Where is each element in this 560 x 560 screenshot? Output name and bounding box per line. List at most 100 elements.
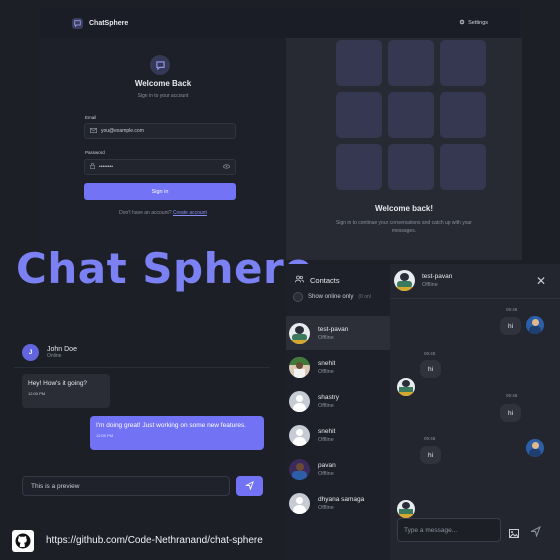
- grid-tile: [440, 40, 486, 86]
- contact-item-snehit-2[interactable]: snehit Offline: [286, 418, 390, 452]
- password-field[interactable]: ••••••••: [84, 159, 236, 175]
- online-toggle-label: Show online only: [308, 294, 354, 300]
- lock-icon: [90, 163, 95, 171]
- chat-logo-icon: [150, 55, 170, 75]
- send-button[interactable]: [236, 476, 263, 496]
- image-upload-icon[interactable]: [509, 525, 519, 543]
- email-field[interactable]: you@example.com: [84, 123, 236, 139]
- github-url[interactable]: https://github.com/Code-Nethranand/chat-…: [46, 535, 263, 546]
- chat-preview-header: J John Doe Online: [14, 338, 270, 368]
- grid-tile: [336, 92, 382, 138]
- welcome-panel: Welcome back! Sign in to continue your c…: [286, 38, 522, 260]
- contact-name: snehit: [318, 427, 336, 435]
- contact-name: shastry: [318, 393, 339, 401]
- password-value: ••••••••: [99, 164, 114, 170]
- incoming-message: hi: [420, 360, 442, 378]
- grid-tile: [440, 144, 486, 190]
- grid-tile: [388, 92, 434, 138]
- message-time: 09:48: [424, 436, 436, 441]
- outgoing-message: hi: [500, 317, 522, 335]
- avatar-photo-icon: [289, 356, 310, 378]
- eye-icon[interactable]: [223, 163, 230, 171]
- contacts-header: Contacts: [295, 275, 340, 285]
- contact-item-pavan[interactable]: pavan Offline: [286, 452, 390, 486]
- message-time: 09:48: [506, 307, 518, 312]
- send-icon[interactable]: [530, 524, 541, 542]
- email-label: Email: [85, 115, 97, 120]
- contact-status: Offline: [318, 504, 334, 511]
- contact-item-snehit[interactable]: snehit Offline: [286, 350, 390, 384]
- message-input[interactable]: Type a message...: [397, 518, 501, 542]
- avatar-photo-icon: [526, 316, 544, 334]
- app-topbar: ChatSphere Settings: [40, 8, 520, 38]
- contact-status: Online: [47, 353, 62, 359]
- avatar: J: [22, 344, 39, 361]
- avatar-photo-icon: [289, 322, 310, 344]
- close-icon[interactable]: ✕: [536, 274, 546, 288]
- message-input[interactable]: This is a preview: [22, 476, 230, 496]
- welcome-subtitle: Sign in to continue your conversations a…: [336, 220, 472, 234]
- chat-preview: J John Doe Online Hey! How's it going? 1…: [14, 338, 270, 506]
- email-placeholder: you@example.com: [101, 128, 144, 134]
- chat-contact-name: test-pavan: [422, 273, 453, 280]
- password-label: Password: [85, 150, 105, 155]
- grid-tile: [336, 144, 382, 190]
- gear-icon: [459, 19, 465, 27]
- mail-icon: [90, 127, 97, 135]
- sign-in-button[interactable]: Sign in: [84, 183, 236, 200]
- online-count: (0 onl: [358, 294, 371, 300]
- no-account-text: Don't have an account? Create account: [40, 210, 286, 216]
- message-text: Hey! How's it going?: [28, 380, 88, 387]
- login-panel: Welcome Back Sign in to your account Ema…: [40, 38, 286, 260]
- message-time: 09:48: [424, 351, 436, 356]
- contacts-sidebar: Contacts Show online only (0 onl test-pa…: [286, 264, 390, 560]
- contact-name: pavan: [318, 461, 336, 469]
- incoming-message: Hey! How's it going? 12:00 PM: [22, 374, 110, 408]
- users-icon: [295, 275, 304, 285]
- contact-item-shastry[interactable]: shastry Offline: [286, 384, 390, 418]
- chat-bubble-icon: [72, 17, 83, 29]
- contact-status: Offline: [318, 470, 334, 477]
- grid-tile: [388, 144, 434, 190]
- chat-header: test-pavan Offline: [394, 270, 452, 291]
- avatar-photo-icon: [289, 458, 310, 480]
- avatar-photo-icon: [526, 439, 544, 457]
- contact-name: snehit: [318, 359, 336, 367]
- login-title: Welcome Back: [134, 79, 192, 88]
- toggle-checkbox[interactable]: [293, 292, 303, 302]
- message-time: 09:48: [506, 393, 518, 398]
- brand-name: ChatSphere: [89, 19, 129, 27]
- message-text: I'm doing great! Just working on some ne…: [96, 422, 247, 429]
- send-icon: [245, 477, 254, 495]
- contact-name: test-pavan: [318, 325, 349, 333]
- contact-name: John Doe: [47, 346, 77, 353]
- settings-label: Settings: [468, 20, 488, 26]
- contact-status: Offline: [318, 334, 334, 341]
- message-time: 12:00 PM: [28, 391, 46, 396]
- contact-status: Offline: [318, 402, 334, 409]
- contact-name: dhyana samaga: [318, 495, 365, 503]
- avatar-default-icon: [289, 492, 310, 514]
- grid-tile: [388, 40, 434, 86]
- create-account-link[interactable]: Create account: [173, 210, 207, 216]
- avatar-default-icon: [289, 390, 310, 412]
- tile-grid: [336, 40, 486, 190]
- project-title: Chat Sphere: [16, 244, 314, 293]
- contact-status: Offline: [318, 436, 334, 443]
- brand[interactable]: ChatSphere: [72, 17, 129, 29]
- chat-pane: test-pavan Offline ✕ 09:48 hi 09:48 hi 0…: [390, 264, 560, 560]
- grid-tile: [440, 92, 486, 138]
- chat-contact-status: Offline: [422, 282, 438, 288]
- outgoing-message: I'm doing great! Just working on some ne…: [90, 416, 264, 450]
- contact-item-dhyana-samaga[interactable]: dhyana samaga Offline: [286, 486, 390, 520]
- login-subtitle: Sign in to your account: [137, 93, 189, 99]
- incoming-message: hi: [420, 446, 442, 464]
- online-only-toggle[interactable]: Show online only (0 onl: [293, 292, 371, 302]
- contact-status: Offline: [318, 368, 334, 375]
- github-logo-icon: [12, 530, 34, 552]
- settings-button[interactable]: Settings: [459, 19, 488, 27]
- divider: [390, 298, 560, 299]
- contact-item-test-pavan[interactable]: test-pavan Offline: [286, 316, 390, 350]
- avatar-photo-icon: [397, 500, 415, 518]
- avatar-photo-icon: [397, 378, 415, 396]
